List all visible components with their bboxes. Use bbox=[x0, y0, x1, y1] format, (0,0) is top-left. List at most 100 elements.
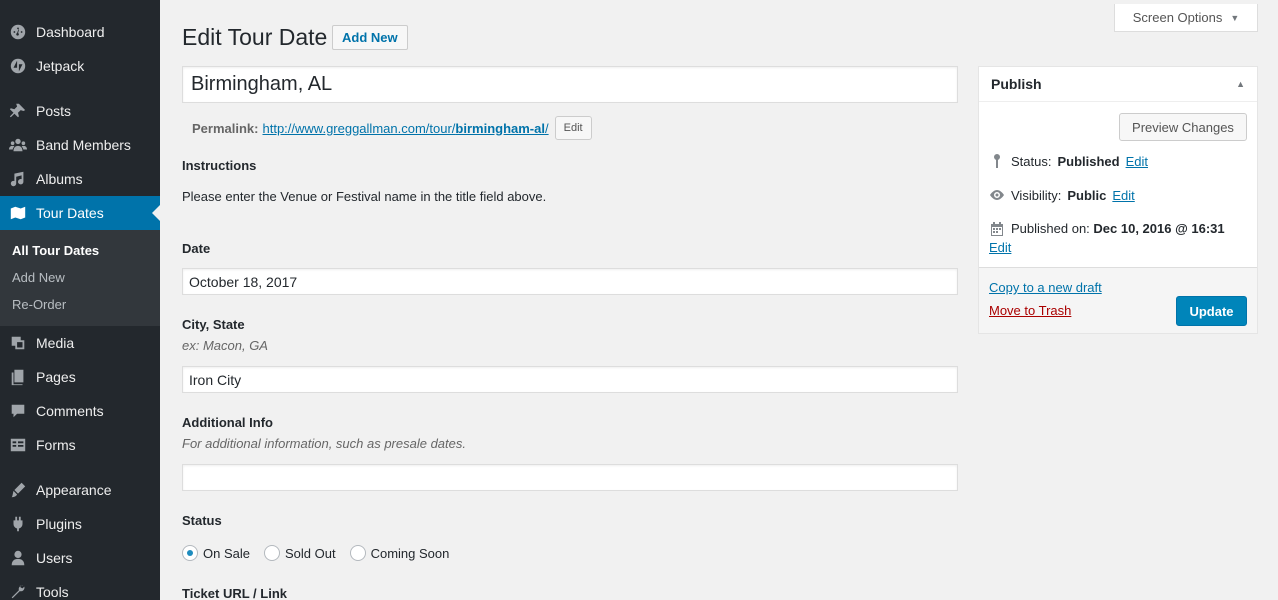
permalink-slug: birmingham-al bbox=[455, 120, 545, 136]
ticket-url-label: Ticket URL / Link bbox=[182, 586, 287, 600]
radio-unchecked-icon[interactable] bbox=[263, 545, 280, 561]
sidebar-item-tools[interactable]: Tools bbox=[0, 575, 160, 600]
status-option-label: On Sale bbox=[203, 545, 250, 561]
date-input[interactable]: October 18, 2017 bbox=[182, 268, 958, 295]
dashboard-icon bbox=[0, 23, 36, 41]
sidebar-item-label: Appearance bbox=[36, 482, 112, 498]
submenu-all-tour-dates[interactable]: All Tour Dates bbox=[12, 243, 99, 258]
edit-visibility-link[interactable]: Edit bbox=[1112, 188, 1134, 203]
additional-info-label: Additional Info bbox=[182, 415, 273, 430]
sidebar-item-label: Media bbox=[36, 335, 75, 351]
additional-info-description: For additional information, such as pres… bbox=[182, 436, 466, 451]
post-title-input[interactable]: Birmingham, AL bbox=[182, 66, 958, 103]
sidebar-item-forms[interactable]: Forms bbox=[0, 428, 160, 462]
caret-down-icon: ▼ bbox=[1230, 12, 1240, 23]
sidebar-item-label: Jetpack bbox=[36, 58, 85, 74]
status-radio-coming-soon[interactable]: Coming Soon bbox=[349, 545, 450, 561]
visibility-label: Visibility: bbox=[1011, 187, 1062, 203]
status-radio-on-sale[interactable]: On Sale bbox=[182, 545, 250, 561]
screen-options-toggle[interactable]: Screen Options ▼ bbox=[1114, 4, 1258, 32]
radio-unchecked-icon[interactable] bbox=[349, 545, 366, 561]
sidebar-item-label: Comments bbox=[36, 403, 104, 419]
pin-status-icon bbox=[994, 154, 1000, 168]
sidebar-item-albums[interactable]: Albums bbox=[0, 162, 160, 196]
wrench-icon bbox=[0, 583, 36, 600]
sidebar-item-label: Users bbox=[36, 550, 73, 566]
plug-icon bbox=[0, 515, 36, 533]
screen-options-label: Screen Options bbox=[1132, 10, 1223, 25]
date-value: October 18, 2017 bbox=[189, 273, 298, 290]
published-date-row: Published on: Dec 10, 2016 @ 16:31 Edit bbox=[989, 221, 1225, 255]
instructions-text: Please enter the Venue or Festival name … bbox=[182, 189, 547, 204]
visibility-row: Visibility: Public Edit bbox=[989, 187, 1135, 203]
publish-box-header[interactable]: Publish ▲ bbox=[979, 67, 1257, 102]
collapse-arrow-icon[interactable]: ▲ bbox=[1236, 79, 1245, 89]
map-icon bbox=[0, 204, 36, 222]
publish-box: Publish ▲ Preview Changes Status: Publis… bbox=[978, 66, 1258, 334]
admin-sidebar: Dashboard Jetpack Posts Band Members Alb… bbox=[0, 0, 160, 600]
preview-changes-button[interactable]: Preview Changes bbox=[1119, 113, 1247, 141]
published-on-value: Dec 10, 2016 @ 16:31 bbox=[1093, 221, 1225, 236]
forms-icon bbox=[0, 436, 36, 454]
sidebar-item-comments[interactable]: Comments bbox=[0, 394, 160, 428]
move-to-trash-link[interactable]: Move to Trash bbox=[989, 303, 1071, 318]
sidebar-item-jetpack[interactable]: Jetpack bbox=[0, 49, 160, 83]
permalink-link[interactable]: http://www.greggallman.com/tour/birmingh… bbox=[262, 121, 548, 136]
submenu-add-new[interactable]: Add New bbox=[12, 270, 65, 285]
instructions-label: Instructions bbox=[182, 158, 257, 173]
add-new-button[interactable]: Add New bbox=[332, 25, 408, 50]
radio-checked-icon[interactable] bbox=[182, 545, 198, 561]
copy-to-draft-link[interactable]: Copy to a new draft bbox=[989, 280, 1102, 295]
sidebar-item-label: Tools bbox=[36, 584, 69, 600]
pin-icon bbox=[0, 102, 36, 120]
brush-icon bbox=[0, 481, 36, 499]
status-option-label: Coming Soon bbox=[370, 545, 450, 561]
post-status-row: Status: Published Edit bbox=[989, 153, 1148, 169]
sidebar-item-tour-dates[interactable]: Tour Dates bbox=[0, 196, 160, 230]
date-label: Date bbox=[182, 241, 211, 256]
media-icon bbox=[0, 334, 36, 352]
sidebar-item-label: Posts bbox=[36, 103, 72, 119]
edit-status-link[interactable]: Edit bbox=[1126, 154, 1148, 169]
submenu-re-order[interactable]: Re-Order bbox=[12, 297, 66, 312]
sidebar-item-media[interactable]: Media bbox=[0, 326, 160, 360]
sidebar-item-dashboard[interactable]: Dashboard bbox=[0, 15, 160, 49]
permalink-base: http://www.greggallman.com/tour/ bbox=[262, 120, 456, 136]
permalink-label: Permalink: bbox=[192, 120, 259, 136]
city-state-description: ex: Macon, GA bbox=[182, 338, 268, 353]
sidebar-item-label: Albums bbox=[36, 171, 83, 187]
status-radio-group: On Sale Sold Out Coming Soon bbox=[182, 545, 449, 561]
sidebar-item-users[interactable]: Users bbox=[0, 541, 160, 575]
groups-icon bbox=[0, 136, 36, 154]
status-label: Status bbox=[182, 513, 222, 528]
calendar-icon bbox=[991, 222, 1003, 236]
permalink-edit-button[interactable]: Edit bbox=[554, 116, 592, 140]
city-state-input[interactable]: Iron City bbox=[182, 366, 958, 393]
page-title: Edit Tour Date bbox=[182, 24, 328, 50]
sidebar-item-label: Forms bbox=[36, 437, 76, 453]
sidebar-item-label: Tour Dates bbox=[36, 205, 104, 221]
city-state-label: City, State bbox=[182, 317, 245, 332]
city-state-value: Iron City bbox=[189, 371, 242, 388]
permalink-tail: / bbox=[544, 120, 549, 136]
publish-actions: Copy to a new draft Move to Trash Update bbox=[979, 267, 1257, 333]
jetpack-icon bbox=[0, 57, 36, 75]
additional-info-input[interactable] bbox=[182, 464, 958, 491]
comment-icon bbox=[0, 402, 36, 420]
status-radio-sold-out[interactable]: Sold Out bbox=[263, 545, 336, 561]
sidebar-item-label: Pages bbox=[36, 369, 76, 385]
sidebar-item-pages[interactable]: Pages bbox=[0, 360, 160, 394]
sidebar-item-posts[interactable]: Posts bbox=[0, 94, 160, 128]
sidebar-item-band-members[interactable]: Band Members bbox=[0, 128, 160, 162]
status-option-label: Sold Out bbox=[284, 545, 336, 561]
publish-box-title: Publish bbox=[991, 76, 1042, 92]
eye-icon bbox=[990, 190, 1004, 200]
status-value: Published bbox=[1057, 153, 1120, 169]
sidebar-item-appearance[interactable]: Appearance bbox=[0, 473, 160, 507]
status-label-text: Status: bbox=[1011, 153, 1052, 169]
music-note-icon bbox=[0, 170, 36, 188]
edit-date-link[interactable]: Edit bbox=[989, 240, 1011, 255]
pages-icon bbox=[0, 368, 36, 386]
update-button[interactable]: Update bbox=[1176, 296, 1247, 326]
sidebar-item-plugins[interactable]: Plugins bbox=[0, 507, 160, 541]
